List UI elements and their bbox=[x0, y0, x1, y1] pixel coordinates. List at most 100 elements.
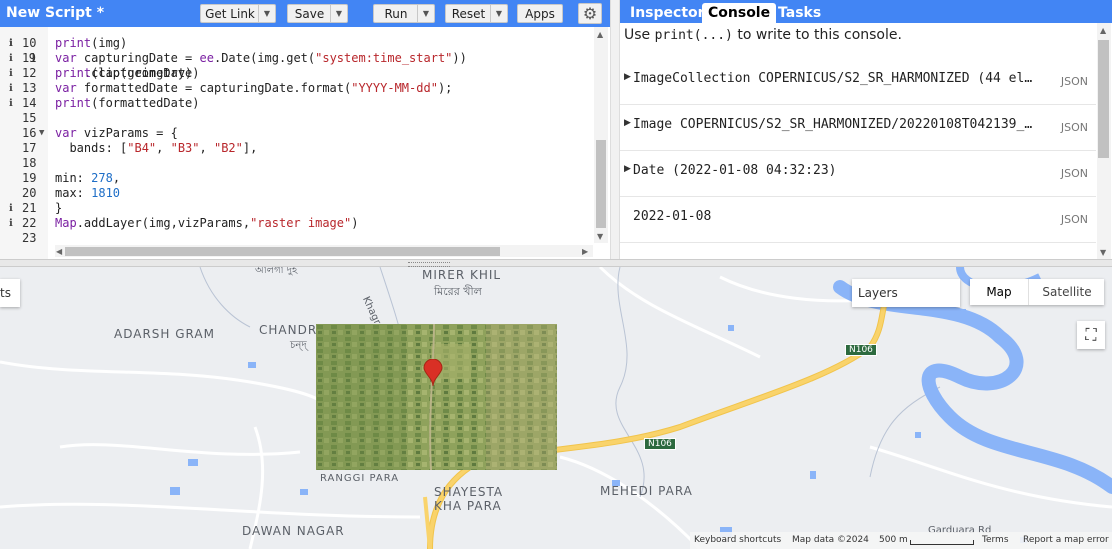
panel-divider[interactable] bbox=[610, 0, 620, 262]
json-button[interactable]: JSON bbox=[1061, 213, 1088, 226]
reset-label: Reset bbox=[451, 7, 486, 21]
line-number: 23 bbox=[22, 231, 37, 245]
save-button[interactable]: Save ▼ bbox=[287, 4, 348, 23]
fullscreen-icon[interactable]: ⛶ bbox=[1077, 321, 1105, 349]
expand-triangle-icon[interactable]: ▶ bbox=[624, 164, 631, 174]
editor-horizontal-scroll-thumb[interactable] bbox=[65, 247, 500, 256]
hint-suffix: to write to this console. bbox=[732, 27, 902, 43]
map-view[interactable]: MIRER KHIL মিরের খীল আলগা দুহ Khagrachar… bbox=[0, 267, 1112, 549]
info-marker-icon: ℹ bbox=[9, 203, 13, 214]
code-text: min: 278, bbox=[55, 171, 121, 185]
console-scroll-down-icon[interactable]: ▼ bbox=[1100, 248, 1106, 257]
code-editor[interactable]: ℹ 9 .clip(geometry) ℹ 10 print(img) ℹ 11 var … bbox=[0, 27, 610, 259]
code-text: max: 1810 bbox=[55, 186, 121, 200]
place-label: CHANDR bbox=[259, 323, 318, 337]
json-button[interactable]: JSON bbox=[1061, 167, 1088, 180]
line-number: 16 bbox=[22, 126, 37, 140]
map-type-control: Map Satellite bbox=[970, 279, 1104, 305]
place-label: KHA PARA bbox=[434, 499, 502, 513]
code-text: var vizParams = { bbox=[55, 126, 178, 140]
map-resize-divider[interactable] bbox=[0, 259, 1112, 267]
code-line[interactable]: 19 min: 278, bbox=[0, 171, 600, 186]
json-button[interactable]: JSON bbox=[1061, 75, 1088, 88]
json-button[interactable]: JSON bbox=[1061, 121, 1088, 134]
line-number: 20 bbox=[22, 186, 37, 200]
map-type-map[interactable]: Map bbox=[970, 279, 1028, 305]
code-line[interactable]: ℹ 10 print(img) bbox=[0, 36, 600, 51]
line-number: 15 bbox=[22, 111, 37, 125]
code-text: print(formattedDate) bbox=[55, 96, 200, 110]
terms-link[interactable]: Terms bbox=[982, 535, 1009, 545]
expand-triangle-icon[interactable]: ▶ bbox=[624, 72, 631, 82]
tab-console[interactable]: Console bbox=[702, 3, 777, 23]
keyboard-shortcuts-link[interactable]: Keyboard shortcuts bbox=[694, 535, 781, 545]
code-line[interactable]: ℹ 14 print(formattedDate) bbox=[0, 96, 600, 111]
code-line[interactable]: 16 ▼ var vizParams = { bbox=[0, 126, 600, 141]
scroll-down-icon[interactable]: ▼ bbox=[597, 232, 603, 241]
code-line[interactable]: 17 bands: ["B4", "B3", "B2"], bbox=[0, 141, 600, 156]
line-number: 17 bbox=[22, 141, 37, 155]
script-title[interactable]: New Script * bbox=[6, 5, 104, 21]
scroll-right-icon[interactable]: ▶ bbox=[582, 247, 588, 256]
get-link-button[interactable]: Get Link ▼ bbox=[200, 4, 276, 23]
info-marker-icon: ℹ bbox=[9, 53, 13, 64]
console-entry-text: ImageCollection COPERNICUS/S2_SR_HARMONI… bbox=[633, 71, 1033, 86]
console-entry[interactable]: ▶ Date (2022-01-08 04:32:23) JSON bbox=[620, 151, 1096, 197]
gear-icon[interactable]: ⚙ bbox=[578, 3, 602, 24]
fold-chevron-icon[interactable]: ▼ bbox=[39, 126, 44, 141]
report-map-error-link[interactable]: Report a map error bbox=[1023, 535, 1109, 545]
save-dropdown-icon[interactable]: ▼ bbox=[330, 5, 347, 22]
raster-texture bbox=[316, 324, 557, 470]
get-link-dropdown-icon[interactable]: ▼ bbox=[258, 5, 275, 22]
apps-button[interactable]: Apps bbox=[517, 4, 563, 23]
run-button[interactable]: Run ▼ bbox=[373, 4, 435, 23]
place-label: DAWAN NAGAR bbox=[242, 524, 345, 538]
line-number: 13 bbox=[22, 81, 37, 95]
code-line[interactable]: ℹ 13 var formattedDate = capturingDate.for… bbox=[0, 81, 600, 96]
code-line[interactable]: ℹ 11 var capturingDate = ee.Date(img.get("… bbox=[0, 51, 600, 66]
place-label-bn: চন্দ্ bbox=[290, 340, 307, 351]
place-label: ADARSH GRAM bbox=[114, 327, 215, 341]
info-marker-icon: ℹ bbox=[9, 68, 13, 79]
save-label: Save bbox=[294, 7, 325, 21]
map-marker-icon[interactable] bbox=[423, 359, 443, 387]
scale-label[interactable]: 500 m bbox=[879, 535, 908, 545]
run-dropdown-icon[interactable]: ▼ bbox=[417, 5, 434, 22]
console-hint: Use print(...) to write to this console. bbox=[624, 27, 902, 43]
code-line[interactable]: 15 bbox=[0, 111, 600, 126]
expand-triangle-icon[interactable]: ▶ bbox=[624, 118, 631, 128]
code-text: var capturingDate = ee.Date(img.get("sys… bbox=[55, 51, 467, 65]
map-footer: Keyboard shortcuts Map data ©2024 500 m … bbox=[690, 532, 1112, 549]
reset-dropdown-icon[interactable]: ▼ bbox=[490, 5, 507, 22]
code-text: print(capturingDate) bbox=[55, 66, 200, 80]
left-panel-button[interactable]: ts bbox=[0, 279, 20, 307]
road-shield-n106: N106 bbox=[644, 438, 676, 450]
console-entry[interactable]: ▶ ImageCollection COPERNICUS/S2_SR_HARMO… bbox=[620, 59, 1096, 105]
tab-inspector[interactable]: Inspector bbox=[624, 3, 711, 23]
console-scroll-thumb[interactable] bbox=[1098, 40, 1109, 158]
code-text: Map.addLayer(img,vizParams,"raster image… bbox=[55, 216, 359, 230]
code-line[interactable]: 23 bbox=[0, 231, 600, 246]
code-text: print(img) bbox=[55, 36, 128, 50]
line-number: 19 bbox=[22, 171, 37, 185]
code-line[interactable]: ℹ 21} bbox=[0, 201, 600, 216]
line-number: 11 bbox=[22, 51, 37, 65]
console-scroll-up-icon[interactable]: ▲ bbox=[1100, 26, 1106, 35]
right-panel-tabs: Inspector Console Tasks bbox=[620, 0, 1112, 23]
console-entry[interactable]: ▶ Image COPERNICUS/S2_SR_HARMONIZED/2022… bbox=[620, 105, 1096, 151]
editor-vertical-scroll-thumb[interactable] bbox=[596, 140, 606, 228]
reset-button[interactable]: Reset ▼ bbox=[445, 4, 508, 23]
code-line[interactable]: 18 bbox=[0, 156, 600, 171]
hint-prefix: Use bbox=[624, 27, 655, 43]
console-entry[interactable]: 2022-01-08 JSON bbox=[620, 197, 1096, 243]
tab-tasks[interactable]: Tasks bbox=[772, 3, 827, 23]
place-label: MIRER KHIL bbox=[422, 268, 502, 282]
scroll-left-icon[interactable]: ◀ bbox=[56, 247, 62, 256]
scroll-up-icon[interactable]: ▲ bbox=[597, 30, 603, 39]
code-line[interactable]: ℹ 22 Map.addLayer(img,vizParams,"raster im… bbox=[0, 216, 600, 231]
code-line[interactable]: 20 max: 1810 bbox=[0, 186, 600, 201]
layers-button[interactable]: Layers bbox=[852, 279, 960, 307]
code-line[interactable]: ℹ 12 print(capturingDate) bbox=[0, 66, 600, 81]
code-text: var formattedDate = capturingDate.format… bbox=[55, 81, 453, 95]
map-type-satellite[interactable]: Satellite bbox=[1028, 279, 1105, 305]
